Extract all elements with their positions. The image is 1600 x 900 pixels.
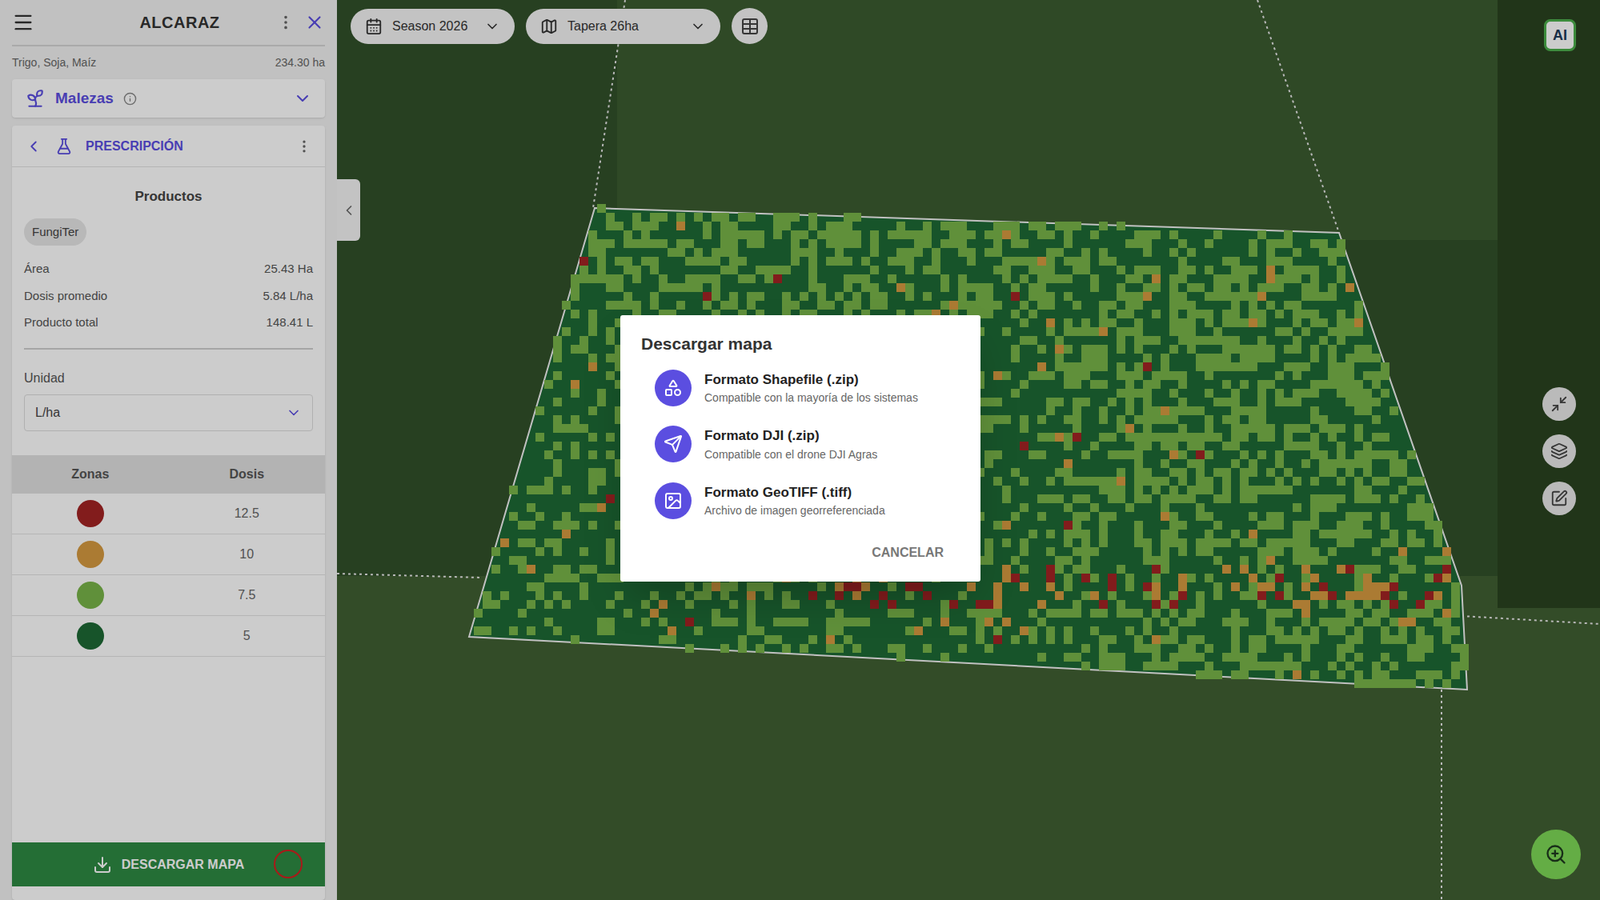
app: ALCARAZTrigo, Soja, Maíz234.30 haMalezas… xyxy=(0,0,1600,900)
